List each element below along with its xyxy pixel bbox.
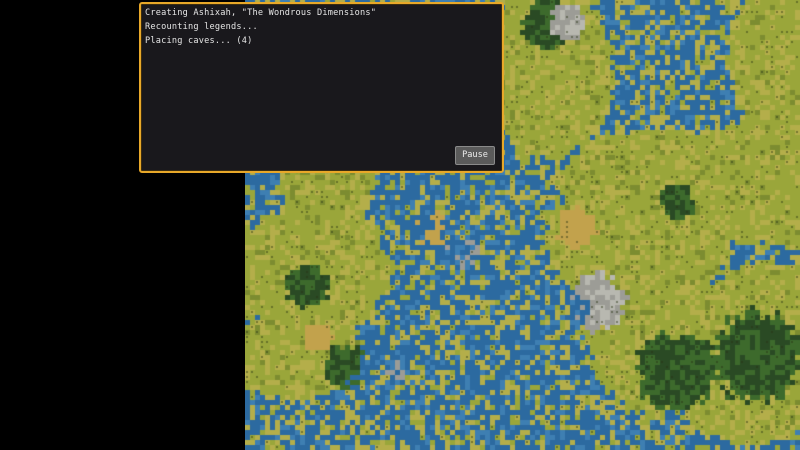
worldgen-log-panel: Creating Ashixah, "The Wondrous Dimensio… xyxy=(139,2,504,173)
log-line-progress: Placing caves... (4) xyxy=(145,36,253,46)
pause-button[interactable]: Pause xyxy=(455,146,495,165)
log-line-status: Recounting legends... xyxy=(145,22,258,32)
log-line-world-name: Creating Ashixah, "The Wondrous Dimensio… xyxy=(145,8,377,18)
worldgen-screen: Creating Ashixah, "The Wondrous Dimensio… xyxy=(0,0,800,450)
